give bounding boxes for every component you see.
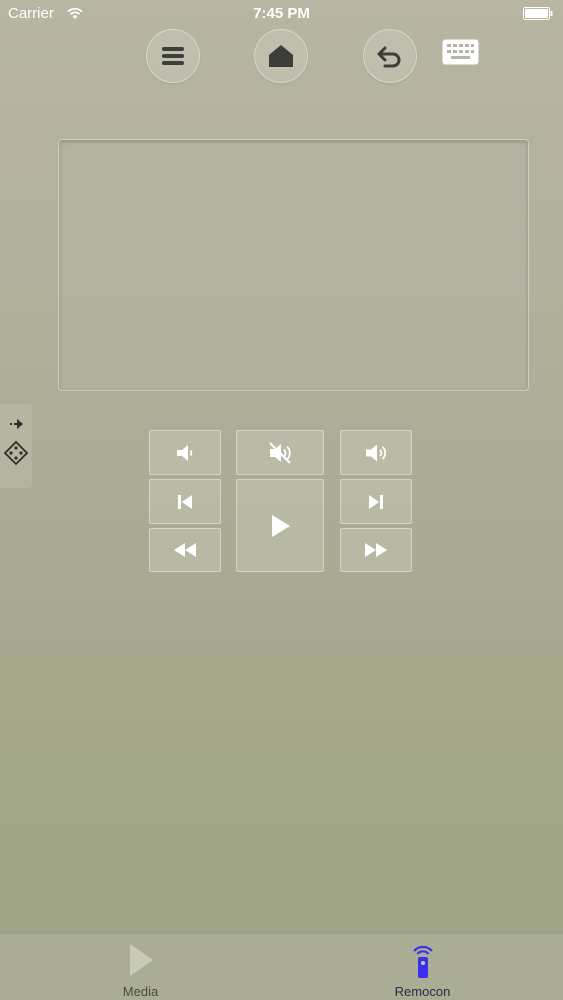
tab-remocon-label: Remocon: [394, 984, 451, 999]
home-button[interactable]: [254, 29, 308, 83]
side-drawer-tab[interactable]: [0, 404, 32, 488]
volume-up-icon: [366, 444, 387, 461]
next-icon: [369, 494, 383, 509]
tab-media-label: Media: [122, 984, 159, 999]
back-icon: [377, 46, 401, 68]
previous-icon: [178, 494, 192, 509]
mute-icon: [269, 441, 291, 464]
battery-icon: [523, 7, 553, 20]
play-triangle-icon: [129, 944, 153, 976]
tab-media[interactable]: Media: [0, 934, 281, 1000]
rewind-button[interactable]: [149, 528, 221, 572]
menu-icon: [162, 47, 184, 65]
status-time: 7:45 PM: [253, 5, 310, 22]
play-button[interactable]: [236, 479, 324, 572]
fast-forward-icon: [365, 543, 387, 557]
tab-remocon[interactable]: Remocon: [282, 934, 563, 1000]
keyboard-icon[interactable]: [442, 39, 479, 65]
mute-button[interactable]: [236, 430, 324, 475]
fast-forward-button[interactable]: [340, 528, 412, 572]
play-icon: [272, 514, 290, 537]
next-track-button[interactable]: [340, 479, 412, 524]
home-icon: [269, 45, 293, 67]
volume-down-icon: [177, 444, 193, 461]
tab-bar: Media Remocon: [0, 933, 563, 1000]
touchpad[interactable]: [58, 139, 529, 391]
volume-down-button[interactable]: [149, 430, 221, 475]
volume-up-button[interactable]: [340, 430, 412, 475]
back-button[interactable]: [363, 29, 417, 83]
dpad-icon: [3, 440, 29, 466]
status-bar: Carrier 7:45 PM: [0, 0, 563, 30]
arrow-right-icon: [10, 419, 23, 429]
remote-icon: [412, 945, 433, 978]
previous-track-button[interactable]: [149, 479, 221, 524]
menu-button[interactable]: [146, 29, 200, 83]
rewind-icon: [174, 543, 196, 557]
